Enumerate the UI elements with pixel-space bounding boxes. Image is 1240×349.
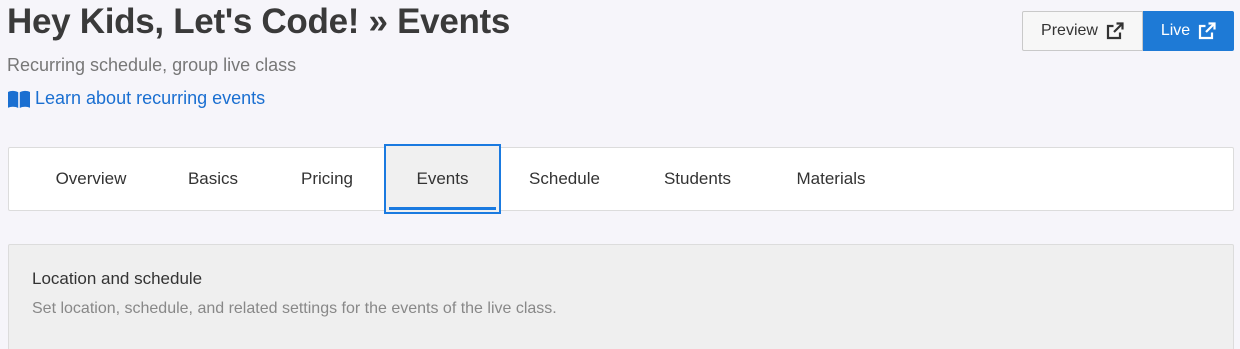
tab-schedule[interactable]: Schedule (501, 148, 628, 210)
tab-students[interactable]: Students (628, 148, 767, 210)
tab-label: Overview (55, 169, 127, 188)
external-link-icon (1106, 22, 1124, 40)
tab-label: Pricing (301, 169, 353, 188)
section-title: Location and schedule (32, 269, 203, 288)
tab-bar: Overview Basics Pricing Events Schedule … (8, 144, 1234, 214)
live-button[interactable]: Live (1143, 11, 1234, 51)
active-tab-indicator (389, 207, 496, 210)
page-title: Hey Kids, Let's Code! » Events (7, 2, 511, 41)
preview-button[interactable]: Preview (1022, 11, 1143, 51)
tab-events[interactable]: Events (384, 144, 501, 214)
tab-basics[interactable]: Basics (157, 148, 269, 210)
tab-label: Events (416, 169, 469, 188)
section-description: Set location, schedule, and related sett… (32, 300, 557, 317)
external-link-icon (1198, 22, 1216, 40)
learn-link-label: Learn about recurring events (35, 88, 266, 108)
tab-materials[interactable]: Materials (767, 148, 895, 210)
book-icon (7, 89, 31, 109)
tab-overview[interactable]: Overview (25, 148, 157, 210)
tab-pricing[interactable]: Pricing (269, 148, 385, 210)
page-subtitle: Recurring schedule, group live class (7, 55, 297, 75)
tab-label: Materials (796, 169, 866, 188)
tab-label: Basics (187, 169, 239, 188)
location-schedule-section: Location and schedule Set location, sche… (8, 244, 1234, 349)
learn-recurring-events-link[interactable]: Learn about recurring events (7, 88, 265, 109)
view-button-group: Preview Live (1022, 11, 1234, 51)
live-button-label: Live (1160, 22, 1191, 39)
tab-label: Students (663, 169, 732, 188)
preview-button-label: Preview (1041, 22, 1098, 39)
tab-label: Schedule (529, 169, 600, 188)
